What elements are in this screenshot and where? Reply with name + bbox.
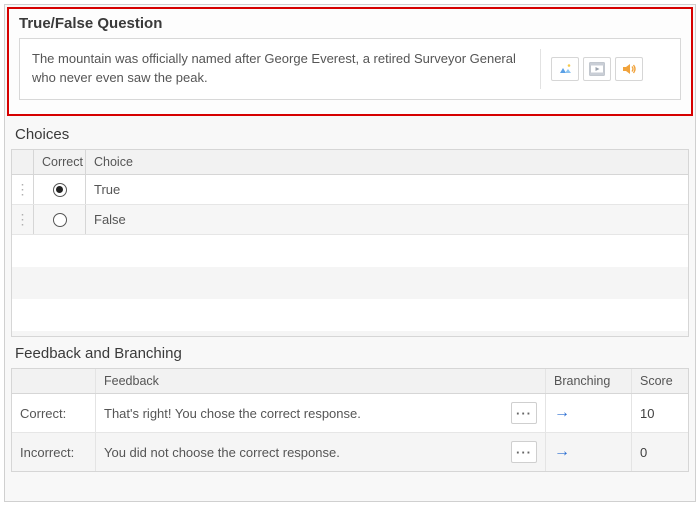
feedback-header-score: Score bbox=[632, 369, 688, 393]
feedback-row-label: Incorrect: bbox=[12, 433, 96, 471]
feedback-row: Incorrect: You did not choose the correct… bbox=[12, 433, 688, 471]
choices-header-choice: Choice bbox=[86, 150, 688, 174]
choices-header-correct: Correct bbox=[34, 150, 86, 174]
audio-icon bbox=[621, 62, 637, 76]
feedback-score[interactable]: 10 bbox=[632, 394, 688, 432]
drag-handle-icon[interactable]: ⋮ bbox=[12, 175, 34, 204]
branching-arrow-icon[interactable]: → bbox=[554, 404, 570, 422]
insert-image-button[interactable] bbox=[551, 57, 579, 81]
feedback-more-button[interactable]: ··· bbox=[511, 402, 537, 424]
feedback-table: Feedback Branching Score Correct: That's … bbox=[11, 368, 689, 472]
feedback-row: Correct: That's right! You chose the corr… bbox=[12, 394, 688, 433]
question-panel: True/False Question The mountain was off… bbox=[7, 7, 693, 116]
choices-table: Correct Choice ⋮ True ⋮ False bbox=[11, 149, 689, 337]
insert-audio-button[interactable] bbox=[615, 57, 643, 81]
correct-radio[interactable] bbox=[53, 213, 67, 227]
choice-row: ⋮ True bbox=[12, 175, 688, 205]
insert-video-button[interactable] bbox=[583, 57, 611, 81]
feedback-text[interactable]: That's right! You chose the correct resp… bbox=[104, 406, 505, 421]
video-icon bbox=[589, 62, 605, 76]
question-box: The mountain was officially named after … bbox=[19, 38, 681, 100]
question-text[interactable]: The mountain was officially named after … bbox=[20, 40, 540, 98]
choices-body: ⋮ True ⋮ False bbox=[12, 175, 688, 235]
correct-radio[interactable] bbox=[53, 183, 67, 197]
feedback-header: Feedback Branching Score bbox=[12, 369, 688, 394]
drag-handle-icon[interactable]: ⋮ bbox=[12, 205, 34, 234]
choices-empty-area bbox=[12, 235, 688, 336]
feedback-more-button[interactable]: ··· bbox=[511, 441, 537, 463]
feedback-title: Feedback and Branching bbox=[5, 337, 695, 368]
branching-arrow-icon[interactable]: → bbox=[554, 443, 570, 461]
image-icon bbox=[557, 62, 573, 76]
feedback-row-label: Correct: bbox=[12, 394, 96, 432]
choice-label[interactable]: True bbox=[86, 182, 688, 197]
editor-panel: True/False Question The mountain was off… bbox=[4, 4, 696, 502]
feedback-score[interactable]: 0 bbox=[632, 433, 688, 471]
choices-header: Correct Choice bbox=[12, 150, 688, 175]
media-buttons bbox=[540, 49, 653, 89]
choices-title: Choices bbox=[5, 118, 695, 149]
question-panel-title: True/False Question bbox=[19, 15, 681, 32]
choice-row: ⋮ False bbox=[12, 205, 688, 235]
feedback-header-feedback: Feedback bbox=[96, 369, 546, 393]
feedback-text[interactable]: You did not choose the correct response. bbox=[104, 445, 505, 460]
choice-label[interactable]: False bbox=[86, 212, 688, 227]
feedback-header-branching: Branching bbox=[546, 369, 632, 393]
